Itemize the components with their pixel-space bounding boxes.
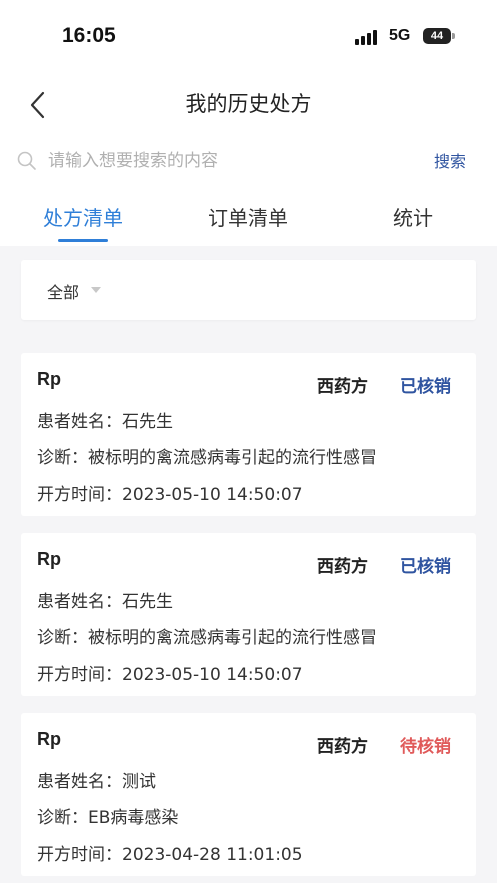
prescribed-time: 开方时间：2023-05-10 14:50:07 bbox=[37, 665, 303, 685]
battery-tip bbox=[452, 33, 455, 39]
tab-prescriptions[interactable]: 处方清单 bbox=[8, 202, 158, 231]
back-button[interactable] bbox=[22, 88, 52, 122]
filter-dropdown[interactable]: 全部 bbox=[21, 260, 476, 320]
tab-orders[interactable]: 订单清单 bbox=[173, 202, 323, 231]
prescription-card[interactable]: Rp 西药方 已核销 患者姓名：石先生 诊断：被标明的禽流感病毒引起的流行性感冒… bbox=[21, 353, 476, 516]
caret-down-icon bbox=[91, 287, 101, 293]
chevron-left-icon bbox=[30, 91, 45, 119]
diagnosis: 诊断：EB病毒感染 bbox=[37, 808, 179, 828]
patient-name: 患者姓名：石先生 bbox=[37, 592, 173, 612]
search-button[interactable]: 搜索 bbox=[434, 148, 466, 172]
prescription-type: 西药方 bbox=[317, 737, 368, 757]
rp-label: Rp bbox=[37, 369, 61, 389]
prescribed-time: 开方时间：2023-04-28 11:01:05 bbox=[37, 845, 303, 865]
prescription-type: 西药方 bbox=[317, 377, 368, 397]
diagnosis: 诊断：被标明的禽流感病毒引起的流行性感冒 bbox=[37, 448, 377, 468]
rp-label: Rp bbox=[37, 549, 61, 569]
search-icon bbox=[17, 151, 36, 170]
status-time: 16:05 bbox=[62, 24, 116, 47]
patient-name: 患者姓名：测试 bbox=[37, 772, 156, 792]
tab-statistics[interactable]: 统计 bbox=[338, 202, 488, 231]
network-type: 5G bbox=[389, 27, 411, 44]
rp-label: Rp bbox=[37, 729, 61, 749]
prescription-type: 西药方 bbox=[317, 557, 368, 577]
status-badge: 已核销 bbox=[400, 377, 451, 397]
prescribed-time: 开方时间：2023-05-10 14:50:07 bbox=[37, 485, 303, 505]
search-input[interactable] bbox=[46, 146, 420, 176]
status-badge: 已核销 bbox=[400, 557, 451, 577]
prescription-card[interactable]: Rp 西药方 待核销 患者姓名：测试 诊断：EB病毒感染 开方时间：2023-0… bbox=[21, 713, 476, 876]
signal-icon bbox=[355, 30, 381, 45]
prescription-card[interactable]: Rp 西药方 已核销 患者姓名：石先生 诊断：被标明的禽流感病毒引起的流行性感冒… bbox=[21, 533, 476, 696]
diagnosis: 诊断：被标明的禽流感病毒引起的流行性感冒 bbox=[37, 628, 377, 648]
battery-icon: 44 bbox=[423, 28, 451, 44]
patient-name: 患者姓名：石先生 bbox=[37, 412, 173, 432]
active-tab-indicator bbox=[58, 239, 108, 242]
filter-selected-label: 全部 bbox=[47, 283, 80, 302]
status-badge: 待核销 bbox=[400, 737, 451, 757]
